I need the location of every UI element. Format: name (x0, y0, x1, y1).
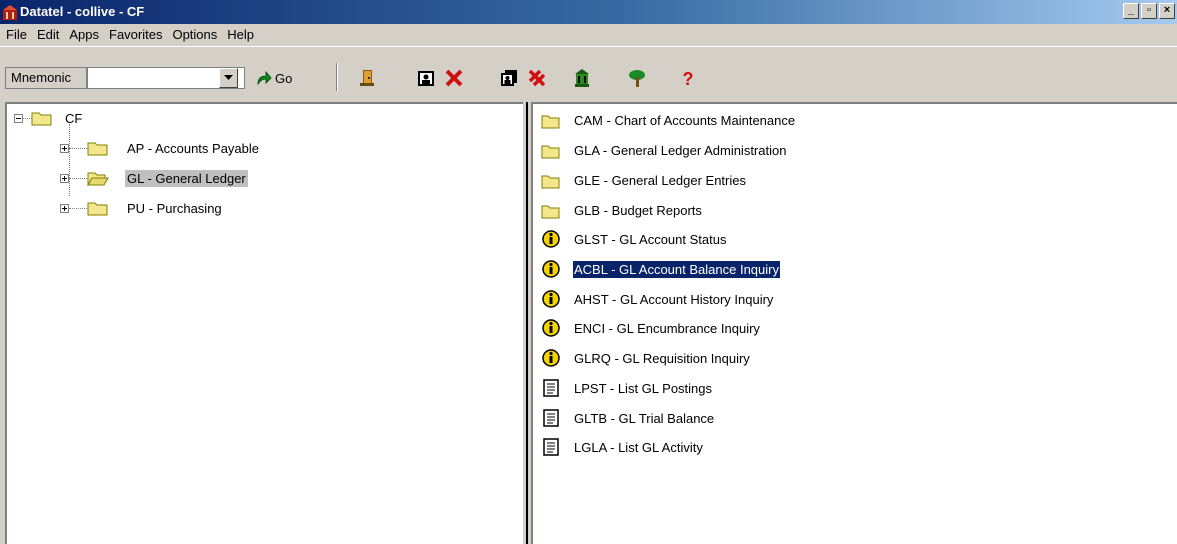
info-icon (542, 230, 560, 248)
menu-options[interactable]: Options (167, 27, 222, 42)
tree-icon[interactable] (627, 68, 647, 88)
expand-ap-toggle[interactable] (60, 144, 69, 153)
process-list-pane[interactable]: CAM - Chart of Accounts Maintenance GLA … (531, 102, 1177, 544)
mnemonic-label: Mnemonic (5, 67, 87, 89)
root-collapse-toggle[interactable] (14, 114, 23, 123)
maximize-button[interactable]: ▫ (1141, 3, 1157, 19)
tree-connector (69, 148, 89, 150)
list-item[interactable]: GLRQ - GL Requisition Inquiry (541, 347, 751, 369)
list-item-label: CAM - Chart of Accounts Maintenance (574, 112, 796, 128)
list-item[interactable]: LPST - List GL Postings (541, 377, 713, 399)
help-question-icon[interactable]: ? (678, 68, 698, 88)
go-button[interactable]: Go (256, 69, 292, 87)
tree-pane[interactable]: CF AP - Accounts Payable GL - General Le… (5, 102, 523, 544)
chevron-down-icon (224, 75, 233, 80)
report-icon (543, 379, 559, 397)
tree-node-pu[interactable]: PU - Purchasing (87, 198, 224, 218)
svg-text:?: ? (683, 69, 694, 88)
info-icon (542, 319, 560, 337)
person-card-icon[interactable] (416, 68, 436, 88)
list-item[interactable]: GLTB - GL Trial Balance (541, 407, 715, 429)
window-title: Datatel - collive - CF (20, 4, 145, 19)
report-icon (543, 409, 559, 427)
folder-icon (541, 115, 560, 129)
menu-edit[interactable]: Edit (32, 27, 64, 42)
list-item-label: GLRQ - GL Requisition Inquiry (574, 350, 750, 366)
list-item[interactable]: ACBL - GL Account Balance Inquiry (541, 258, 781, 280)
pane-splitter[interactable] (523, 102, 531, 544)
list-item[interactable]: GLST - GL Account Status (541, 228, 727, 250)
list-item[interactable]: LGLA - List GL Activity (541, 436, 704, 458)
expand-pu-toggle[interactable] (60, 204, 69, 213)
list-item[interactable]: GLA - General Ledger Administration (541, 139, 787, 161)
go-arrow-icon (257, 71, 272, 85)
open-folder-icon (87, 172, 109, 186)
folder-icon (541, 175, 560, 189)
building-icon[interactable] (572, 68, 592, 88)
tree-connector (69, 124, 71, 196)
toolbar: Mnemonic Go ? (0, 46, 1177, 102)
expand-gl-toggle[interactable] (60, 174, 69, 183)
list-item[interactable]: GLE - General Ledger Entries (541, 169, 747, 191)
folder-icon (31, 112, 52, 126)
tree-connector (69, 208, 89, 210)
tree-node-label: AP - Accounts Payable (127, 140, 260, 156)
close-button[interactable]: × (1159, 3, 1175, 19)
folder-icon (541, 145, 560, 159)
menu-apps[interactable]: Apps (64, 27, 104, 42)
list-item-label: GLE - General Ledger Entries (574, 172, 746, 188)
go-label: Go (275, 70, 293, 86)
tree-node-ap[interactable]: AP - Accounts Payable (87, 138, 261, 158)
list-item-label: GLTB - GL Trial Balance (574, 410, 715, 426)
tree-node-label: PU - Purchasing (127, 200, 222, 216)
report-icon (543, 438, 559, 456)
list-item-label: GLST - GL Account Status (574, 231, 727, 247)
datatel-app-icon[interactable] (3, 4, 17, 20)
toolbar-separator (336, 63, 338, 91)
info-icon (542, 290, 560, 308)
list-item-label: ENCI - GL Encumbrance Inquiry (574, 320, 760, 336)
list-item[interactable]: CAM - Chart of Accounts Maintenance (541, 109, 796, 131)
tree-node-root[interactable]: CF (31, 108, 84, 128)
tree-node-label: CF (65, 110, 83, 126)
tree-connector (69, 178, 89, 180)
info-icon (542, 349, 560, 367)
menu-favorites[interactable]: Favorites (104, 27, 167, 42)
person-pages-icon[interactable] (499, 68, 519, 88)
exit-door-icon[interactable] (357, 68, 377, 88)
cancel-x-icon[interactable] (444, 68, 464, 88)
list-item-label: LGLA - List GL Activity (574, 439, 703, 455)
title-bar[interactable]: Datatel - collive - CF _ ▫ × (0, 0, 1177, 24)
cancel-all-icon[interactable] (527, 68, 547, 88)
minimize-button[interactable]: _ (1123, 3, 1139, 19)
mnemonic-dropdown-button[interactable] (219, 68, 238, 88)
list-item[interactable]: AHST - GL Account History Inquiry (541, 288, 774, 310)
menu-file[interactable]: File (0, 27, 32, 42)
info-icon (542, 260, 560, 278)
folder-icon (541, 205, 560, 219)
menu-help[interactable]: Help (222, 27, 259, 42)
list-item[interactable]: GLB - Budget Reports (541, 199, 703, 221)
list-item-label-selected: ACBL - GL Account Balance Inquiry (572, 259, 781, 279)
list-item-label: GLA - General Ledger Administration (574, 142, 787, 158)
menu-bar: File Edit Apps Favorites Options Help (0, 24, 1177, 44)
list-item-label: LPST - List GL Postings (574, 380, 713, 396)
folder-icon (87, 142, 108, 156)
list-item-label: AHST - GL Account History Inquiry (574, 291, 774, 307)
tree-node-label: GL - General Ledger (125, 169, 248, 187)
list-item-label: GLB - Budget Reports (574, 202, 702, 218)
list-item[interactable]: ENCI - GL Encumbrance Inquiry (541, 317, 761, 339)
tree-node-gl[interactable]: GL - General Ledger (87, 168, 248, 188)
folder-icon (87, 202, 108, 216)
